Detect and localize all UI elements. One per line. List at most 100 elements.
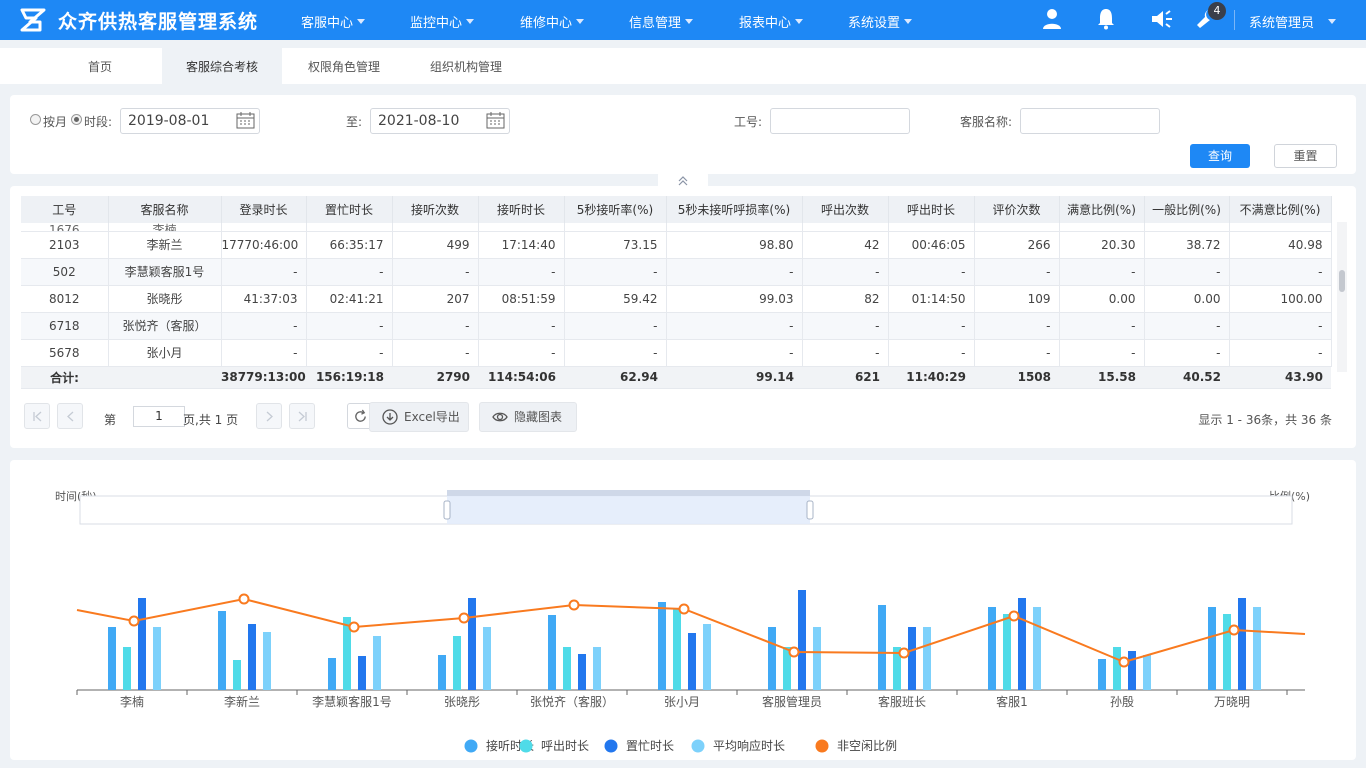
table-cell: 11:40:29 [888, 366, 974, 389]
service-name-input[interactable] [1020, 108, 1160, 134]
scrollbar-thumb[interactable] [1339, 270, 1345, 292]
table-cell: - [974, 258, 1060, 286]
table-row[interactable]: 2103 李新兰 17770:46:00 66:35:17 499 17:14:40 73.… [21, 231, 1332, 259]
filter-panel: 按月 时段: 2019-08-01 至: 2021-08-10 工号: 客服名称… [10, 95, 1356, 174]
tab-home[interactable]: 首页 [40, 48, 160, 84]
prev-page-button[interactable] [57, 403, 83, 429]
radio-by-month[interactable] [30, 114, 41, 125]
column-header[interactable]: 一般比例(%) [1144, 196, 1230, 223]
bar-平均响应时长 [483, 627, 491, 690]
table-row[interactable]: 502 李慧颖客服1号 - - - - - - - - - - - - [21, 258, 1332, 286]
calendar-icon[interactable] [486, 112, 505, 129]
table-cell [1144, 223, 1230, 232]
column-header[interactable]: 接听次数 [392, 196, 479, 223]
nav-info[interactable]: 信息管理 [629, 12, 694, 31]
line-point [348, 621, 360, 633]
table-cell: - [564, 339, 667, 367]
staff-id-input[interactable] [770, 108, 910, 134]
radio-by-period[interactable] [71, 114, 82, 125]
excel-export-button[interactable]: Excel导出 [369, 402, 469, 432]
zoom-slider-window[interactable] [447, 496, 810, 524]
calendar-icon[interactable] [236, 112, 255, 129]
column-header[interactable]: 满意比例(%) [1059, 196, 1145, 223]
nav-repair[interactable]: 维修中心 [520, 12, 585, 31]
table-cell: 499 [392, 231, 479, 259]
legend-marker [815, 739, 829, 753]
column-header[interactable]: 接听时长 [478, 196, 565, 223]
start-date-input[interactable]: 2019-08-01 [120, 108, 260, 134]
user-icon[interactable] [1040, 7, 1064, 31]
column-header[interactable]: 评价次数 [974, 196, 1060, 223]
line-point [238, 593, 250, 605]
table-row[interactable]: 6718 张悦齐（客服） - - - - - - - - - - - - [21, 312, 1332, 340]
legend-marker [691, 739, 705, 753]
column-header[interactable]: 置忙时长 [306, 196, 393, 223]
table-cell: 17770:46:00 [221, 231, 307, 259]
table-cell: 01:14:50 [888, 285, 975, 313]
tab-organization[interactable]: 组织机构管理 [406, 48, 526, 84]
end-date-input[interactable]: 2021-08-10 [370, 108, 510, 134]
legend-label: 平均响应时长 [713, 738, 785, 753]
table-cell: - [478, 339, 565, 367]
column-header[interactable]: 5秒接听率(%) [564, 196, 667, 223]
column-header[interactable]: 不满意比例(%) [1229, 196, 1332, 223]
nav-monitor[interactable]: 监控中心 [410, 12, 475, 31]
assessment-table: 工号 客服名称 登录时长 置忙时长 接听次数 接听时长 5秒接听率(%) 5秒未接听呼损率(%… [21, 196, 1332, 389]
table-cell: 张悦齐（客服） [108, 312, 222, 340]
table-cell: 1676 [21, 223, 109, 232]
line-point [1228, 624, 1240, 636]
notification-badge: 4 [1208, 2, 1226, 20]
table-cell: - [1144, 258, 1230, 286]
table-row[interactable]: 5678 张小月 - - - - - - - - - - - - [21, 339, 1332, 367]
bell-icon[interactable] [1094, 7, 1118, 31]
first-page-button[interactable] [24, 403, 50, 429]
page-number-input[interactable]: 1 [133, 406, 185, 427]
table-cell: - [666, 312, 803, 340]
bar-接听时长 [658, 602, 666, 690]
query-button[interactable]: 查询 [1190, 144, 1250, 168]
column-header[interactable]: 工号 [21, 196, 109, 223]
table-cell: - [1059, 312, 1145, 340]
hide-chart-button[interactable]: 隐藏图表 [479, 402, 577, 432]
column-header[interactable]: 登录时长 [221, 196, 307, 223]
table-row[interactable]: 8012 张晓彤 41:37:03 02:41:21 207 08:51:59 59.42 9… [21, 285, 1332, 313]
table-cell: 114:54:06 [478, 366, 564, 389]
next-page-button[interactable] [256, 403, 282, 429]
bar-平均响应时长 [813, 627, 821, 690]
column-header[interactable]: 5秒未接听呼损率(%) [666, 196, 803, 223]
table-cell: 2103 [21, 231, 109, 259]
chevron-down-icon [466, 19, 475, 24]
table-cell: 1508 [974, 366, 1059, 389]
column-header[interactable]: 客服名称 [108, 196, 222, 223]
collapse-filter-button[interactable] [658, 172, 708, 186]
column-header[interactable]: 呼出时长 [888, 196, 975, 223]
line-point [458, 612, 470, 624]
last-page-button[interactable] [289, 403, 315, 429]
table-cell: - [802, 339, 889, 367]
table-cell: 李楠 [108, 223, 222, 232]
table-cell: - [1059, 339, 1145, 367]
bar-置忙时长 [468, 598, 476, 690]
table-row-partial: 1676 李楠 [21, 223, 1332, 232]
tab-role-permissions[interactable]: 权限角色管理 [284, 48, 404, 84]
nav-settings[interactable]: 系统设置 [848, 12, 913, 31]
zoom-handle-right[interactable] [806, 500, 814, 520]
speaker-icon[interactable] [1150, 7, 1174, 31]
bar-接听时长 [108, 627, 116, 690]
nav-reports[interactable]: 报表中心 [739, 12, 804, 31]
tab-service-assessment[interactable]: 客服综合考核 [162, 48, 282, 84]
reset-button[interactable]: 重置 [1274, 144, 1337, 168]
table-cell: - [802, 258, 889, 286]
bar-呼出时长 [673, 608, 681, 690]
table-cell: - [802, 312, 889, 340]
user-menu[interactable]: 系统管理员 [1249, 12, 1337, 31]
table-cell: 17:14:40 [478, 231, 565, 259]
table-cell: 张小月 [108, 339, 222, 367]
table-scrollbar[interactable] [1337, 222, 1347, 372]
nav-customer-service[interactable]: 客服中心 [301, 12, 366, 31]
zoom-handle-left[interactable] [443, 500, 451, 520]
table-cell: 66:35:17 [306, 231, 393, 259]
chevron-up-icon [678, 176, 688, 186]
column-header[interactable]: 呼出次数 [802, 196, 889, 223]
table-cell: 502 [21, 258, 109, 286]
